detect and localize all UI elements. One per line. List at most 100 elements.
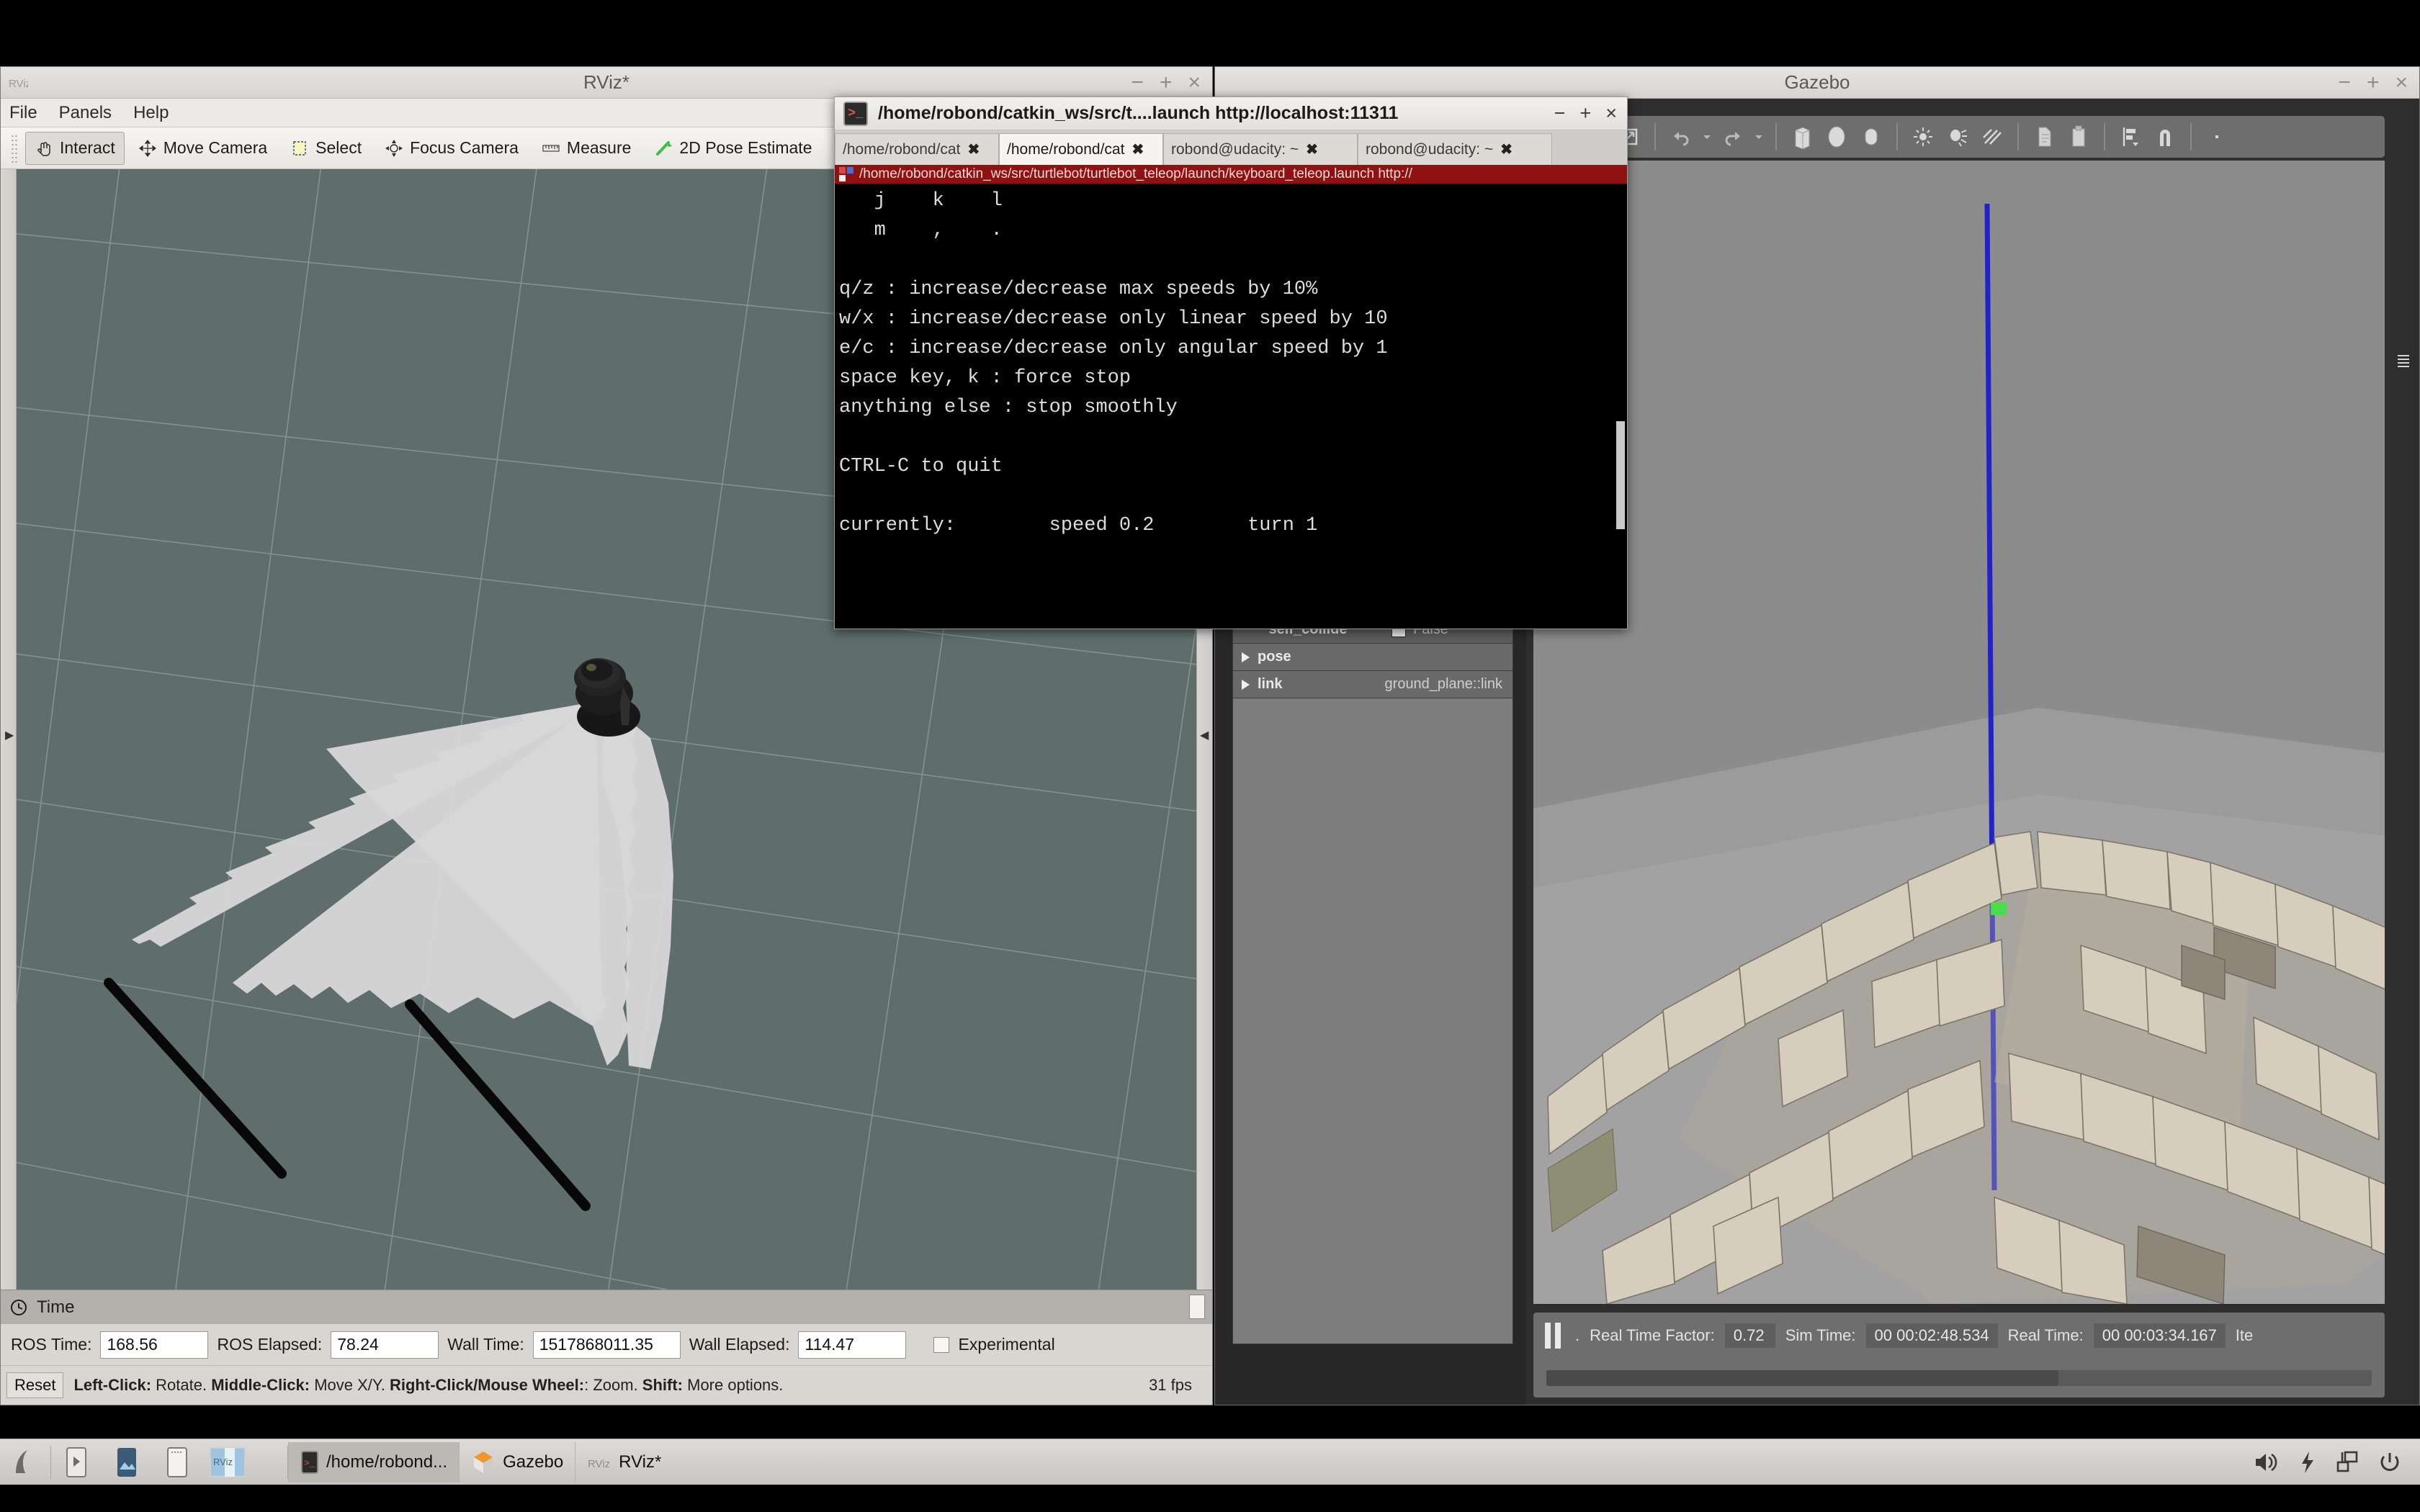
shutdown-icon[interactable] <box>2378 1450 2401 1475</box>
terminal-window-controls[interactable]: − + × <box>1554 102 1617 125</box>
toolbar-grip[interactable] <box>11 134 18 163</box>
terminal-minimize-button[interactable]: − <box>1554 102 1566 125</box>
rviz-close-button[interactable]: × <box>1188 68 1201 97</box>
terminal-tab-2-close-icon[interactable]: ✖ <box>1131 140 1144 158</box>
tool-focus-camera[interactable]: Focus Camera <box>375 132 528 165</box>
gazebo-3d-viewport[interactable] <box>1533 161 2385 1304</box>
taskbar: RViz >_ /home/robond... Gazebo RViz RViz… <box>0 1439 2420 1485</box>
redo-dropdown-icon[interactable] <box>1751 120 1767 153</box>
volume-icon[interactable] <box>2253 1450 2280 1475</box>
cylinder-icon[interactable] <box>1855 120 1888 153</box>
terminal-maximize-button[interactable]: + <box>1579 102 1591 125</box>
terminal-tab-1[interactable]: /home/robond/cat ✖ <box>835 133 999 165</box>
wall-elapsed-input[interactable]: 114.47 <box>798 1331 906 1359</box>
tool-move-camera[interactable]: Move Camera <box>129 132 277 165</box>
tool-interact[interactable]: Interact <box>25 132 125 165</box>
hint-right-click-label: Right-Click/Mouse Wheel: <box>390 1376 584 1394</box>
undo-icon[interactable] <box>1664 120 1698 153</box>
ubuntu-logo-icon[interactable] <box>0 1439 50 1485</box>
time-fields-row: ROS Time: 168.56 ROS Elapsed: 78.24 Wall… <box>1 1324 1212 1366</box>
gazebo-window-controls[interactable]: − + × <box>2338 68 2408 97</box>
terminal-tab-4-close-icon[interactable]: ✖ <box>1500 140 1512 158</box>
rviz-maximize-button[interactable]: + <box>1160 68 1173 97</box>
expand-arrow-link-icon[interactable] <box>1242 680 1250 690</box>
redo-icon[interactable] <box>1716 120 1749 153</box>
files-icon[interactable] <box>51 1439 102 1485</box>
gazebo-scene <box>1533 161 2385 1304</box>
property-row-pose[interactable]: pose <box>1233 644 1512 671</box>
taskbar-task-terminal[interactable]: >_ /home/robond... <box>288 1442 459 1482</box>
menu-panels[interactable]: Panels <box>59 103 112 123</box>
menu-file[interactable]: File <box>9 103 37 123</box>
align-icon[interactable] <box>2114 120 2147 153</box>
property-row-link[interactable]: link ground_plane::link <box>1233 671 1512 698</box>
terminal-icon: >_ <box>843 102 868 126</box>
time-panel-header: Time <box>1 1290 1212 1324</box>
scrollbar-thumb[interactable] <box>1546 1370 2058 1386</box>
terminal-tab-2[interactable]: /home/robond/cat ✖ <box>999 133 1163 165</box>
gazebo-close-button[interactable]: × <box>2395 68 2408 97</box>
scrollbar-grip-icon[interactable] <box>2398 355 2409 368</box>
rviz-icon: RViz <box>587 1452 611 1473</box>
focus-camera-icon <box>385 139 403 158</box>
box-icon[interactable] <box>1785 120 1819 153</box>
paste-icon[interactable] <box>2062 120 2095 153</box>
time-panel-label: Time <box>37 1297 74 1318</box>
directional-light-icon[interactable] <box>1976 120 2009 153</box>
rviz-launcher-icon[interactable]: RViz <box>202 1439 253 1485</box>
image-viewer-icon[interactable] <box>102 1439 152 1485</box>
real-time-value: 00 00:03:34.167 <box>2094 1323 2226 1348</box>
terminal-breadcrumb: /home/robond/catkin_ws/src/turtlebot/tur… <box>835 165 1627 184</box>
left-panel-collapse-handle[interactable]: ▶ <box>1 169 17 1301</box>
real-time-factor-label: Real Time Factor: <box>1590 1326 1715 1345</box>
more-icon[interactable] <box>2200 120 2233 153</box>
terminal-tab-3[interactable]: robond@udacity: ~ ✖ <box>1163 133 1358 165</box>
gazebo-minimize-button[interactable]: − <box>2338 68 2351 97</box>
terminal-tab-1-close-icon[interactable]: ✖ <box>967 140 980 158</box>
terminal-tab-4[interactable]: robond@udacity: ~ ✖ <box>1358 133 1552 165</box>
terminal-screen[interactable]: j k l m , . q/z : increase/decrease max … <box>835 184 1627 629</box>
tool-measure[interactable]: Measure <box>532 132 640 165</box>
snap-icon[interactable] <box>2148 120 2182 153</box>
terminal-scrollbar[interactable] <box>1615 184 1626 629</box>
sphere-icon[interactable] <box>1820 120 1853 153</box>
rviz-titlebar: RViz RViz* − + × <box>1 67 1212 99</box>
point-light-icon[interactable] <box>1906 120 1940 153</box>
gazebo-toolbar <box>1533 116 2385 158</box>
rviz-window-controls[interactable]: − + × <box>1131 68 1201 97</box>
terminal-scrollbar-thumb[interactable] <box>1616 421 1625 529</box>
reset-button[interactable]: Reset <box>6 1372 63 1398</box>
experimental-checkbox[interactable] <box>933 1337 949 1353</box>
ros-time-input[interactable]: 168.56 <box>100 1331 208 1359</box>
undo-dropdown-icon[interactable] <box>1699 120 1715 153</box>
tool-select[interactable]: Select <box>281 132 371 165</box>
terminal-window-title: /home/robond/catkin_ws/src/t....launch h… <box>878 103 1398 124</box>
power-bolt-icon[interactable] <box>2299 1450 2316 1475</box>
wall-time-input[interactable]: 1517868011.35 <box>533 1331 681 1359</box>
copy-icon[interactable] <box>2027 120 2061 153</box>
terminal-tab-3-close-icon[interactable]: ✖ <box>1306 140 1318 158</box>
rviz-minimize-button[interactable]: − <box>1131 68 1144 97</box>
taskbar-task-gazebo[interactable]: Gazebo <box>459 1442 575 1482</box>
hint-shift-label: Shift: <box>642 1376 683 1394</box>
taskbar-task-rviz[interactable]: RViz RViz* <box>575 1442 673 1482</box>
text-editor-icon[interactable] <box>152 1439 202 1485</box>
property-key-link-label: link <box>1258 676 1282 693</box>
tool-measure-label: Measure <box>567 138 631 158</box>
expand-arrow-pose-icon[interactable] <box>1242 652 1250 662</box>
hand-cursor-icon <box>35 139 53 158</box>
gazebo-status-scrollbar[interactable] <box>1546 1370 2372 1386</box>
tool-2d-pose-estimate[interactable]: 2D Pose Estimate <box>645 132 821 165</box>
time-panel-float-button[interactable] <box>1189 1295 1205 1319</box>
pause-icon[interactable] <box>1545 1323 1561 1349</box>
gazebo-icon <box>471 1450 496 1475</box>
workspace-switcher-icon[interactable] <box>2335 1450 2360 1475</box>
ros-elapsed-input[interactable]: 78.24 <box>331 1331 439 1359</box>
gazebo-maximize-button[interactable]: + <box>2367 68 2380 97</box>
terminal-close-button[interactable]: × <box>1605 102 1617 125</box>
spot-light-icon[interactable] <box>1941 120 1974 153</box>
gazebo-scene-scrollbar[interactable] <box>2393 161 2412 1304</box>
menu-help[interactable]: Help <box>133 103 169 123</box>
gazebo-titlebar: Gazebo − + × <box>1215 67 2419 99</box>
hint-left-click-text: Rotate. <box>151 1376 211 1394</box>
